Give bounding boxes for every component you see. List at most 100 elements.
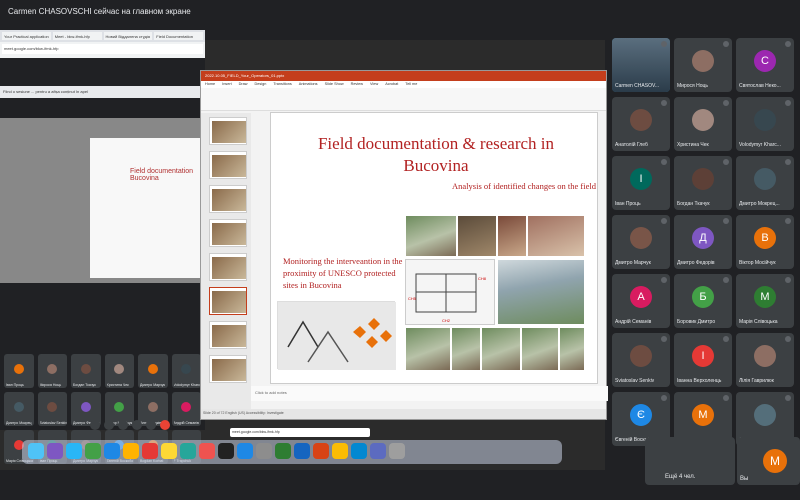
participant-tile[interactable]: Дмитро Марчук <box>612 215 670 269</box>
slide-thumbnail[interactable] <box>209 355 247 383</box>
more-options-icon[interactable] <box>146 420 156 430</box>
participant-tile[interactable]: І Іван Проць <box>612 156 670 210</box>
teams-icon[interactable] <box>370 443 386 459</box>
avatar: В <box>754 227 776 249</box>
finder-icon[interactable] <box>28 443 44 459</box>
calendar-icon[interactable] <box>142 443 158 459</box>
notes-icon[interactable] <box>161 443 177 459</box>
settings-icon[interactable] <box>256 443 272 459</box>
avatar: А <box>630 286 652 308</box>
participant-tile[interactable]: В Віктор Мосійчук <box>736 215 794 269</box>
slide-thumbnail[interactable] <box>209 151 247 179</box>
camera-icon[interactable] <box>104 420 114 430</box>
participant-tile[interactable]: С Святослав Неко... <box>736 38 794 92</box>
mini-participant-tile: Мирося Ноць <box>37 354 67 388</box>
ppt-menu-tab[interactable]: Home <box>205 82 215 87</box>
slide-title: Field documentation & research in Bucovi… <box>317 134 555 175</box>
slide-thumbnail[interactable] <box>209 219 247 247</box>
participant-tile[interactable]: Sviatoslav Senkiv <box>612 333 670 387</box>
launchpad-icon[interactable] <box>47 443 63 459</box>
muted-mic-icon <box>785 159 791 165</box>
current-slide[interactable]: Field documentation & research in Bucovi… <box>270 112 598 384</box>
ppt-menu-tab[interactable]: Tell me <box>405 82 417 87</box>
participant-name: Богдан Ткачук <box>73 383 96 387</box>
avatar: М <box>754 286 776 308</box>
ppt-menu-tab[interactable]: Transitions <box>273 82 291 87</box>
mini-participant-tile: Богдан Ткачук <box>71 354 101 388</box>
browser-tab[interactable]: Новий Віддалена студія <box>103 32 153 40</box>
ppt-menu-tab[interactable]: Animations <box>299 82 318 87</box>
slide-thumbnail[interactable] <box>209 185 247 213</box>
avatar: Д <box>692 227 714 249</box>
avatar <box>692 50 714 72</box>
participant-name: Sviatoslav Senkiv <box>615 378 655 384</box>
safari-icon[interactable] <box>66 443 82 459</box>
captions-icon[interactable] <box>118 420 128 430</box>
avatar <box>13 402 24 413</box>
ppt-menu-tab[interactable]: View <box>370 82 378 87</box>
participant-tile[interactable]: Д Дмитро Федорів <box>674 215 732 269</box>
browser-tab[interactable]: Field Documentation <box>154 32 203 40</box>
notes-pane[interactable]: Click to add notes <box>251 386 608 401</box>
mic-icon[interactable] <box>90 420 100 430</box>
present-icon[interactable] <box>132 420 142 430</box>
muted-mic-icon <box>785 336 791 342</box>
participant-tile[interactable]: Б Боровик Дмитро <box>674 274 732 328</box>
avatar: М <box>692 404 714 426</box>
participant-tile[interactable]: А Андрій Семанів <box>612 274 670 328</box>
participant-tile[interactable]: Volodymyr Kharc... <box>736 97 794 151</box>
ppt-menu-tab[interactable]: Review <box>351 82 363 87</box>
floor-plan: CH8 CH5 CH2 <box>405 259 495 325</box>
sharing-toast: meet.google.com/bkw-ifmk-hfp <box>230 428 370 437</box>
self-label: Вы <box>740 476 749 482</box>
hangup-icon[interactable] <box>160 420 170 430</box>
participant-name: Боровик Дмитро <box>677 319 716 325</box>
appletv-icon[interactable] <box>218 443 234 459</box>
participant-tile[interactable]: Богдан Ткачук <box>674 156 732 210</box>
toast-text: meet.google.com/bkw-ifmk-hfp <box>232 430 280 434</box>
messages-icon[interactable] <box>85 443 101 459</box>
muted-mic-icon <box>661 159 667 165</box>
ppt-menu-tab[interactable]: Slide Show <box>325 82 344 87</box>
excel-icon[interactable] <box>275 443 291 459</box>
muted-mic-icon <box>723 395 729 401</box>
participant-tile[interactable]: Дмитро Мокрец... <box>736 156 794 210</box>
ppt-ribbon-tabs: Home Insert Draw Design Transitions Animation… <box>201 81 606 88</box>
slide-thumbnail-selected[interactable] <box>209 287 247 315</box>
ppt-menu-tab[interactable]: Insert <box>222 82 232 87</box>
ppt-menu-tab[interactable]: Draw <box>239 82 248 87</box>
maps-icon[interactable] <box>180 443 196 459</box>
browser-tab[interactable]: Your Practical application <box>2 32 51 40</box>
slide-subtitle: Analysis of identified changes on the fi… <box>452 181 596 191</box>
participant-name: Мирося Ноць <box>677 83 708 89</box>
participant-name: Христина Чек <box>106 383 129 387</box>
slide-thumbnail[interactable] <box>209 321 247 349</box>
zoom-icon[interactable] <box>351 443 367 459</box>
slide-thumbnail[interactable] <box>209 253 247 281</box>
participant-tile[interactable]: Анатолій Глеб <box>612 97 670 151</box>
participant-tile[interactable]: М Марія Слівоцька <box>736 274 794 328</box>
participant-tile[interactable]: Христина Чек <box>674 97 732 151</box>
ppt-menu-tab[interactable]: Design <box>255 82 267 87</box>
trash-icon[interactable] <box>389 443 405 459</box>
participant-tile[interactable]: Мирося Ноць <box>674 38 732 92</box>
appstore-icon[interactable] <box>237 443 253 459</box>
participant-tile[interactable]: І Іванна Верхоленць <box>674 333 732 387</box>
ppt-menu-tab[interactable]: Acrobat <box>385 82 398 87</box>
photos-icon[interactable] <box>123 443 139 459</box>
music-icon[interactable] <box>199 443 215 459</box>
participant-tile[interactable]: Лілія Гаврилюк <box>736 333 794 387</box>
participant-tile[interactable]: Carmen CHASOV... <box>612 38 670 92</box>
word-icon[interactable] <box>294 443 310 459</box>
browser-tab[interactable]: Meet - bkw-ifmk-hfp <box>52 32 102 40</box>
avatar <box>692 168 714 190</box>
address-bar[interactable]: meet.google.com/bkw-ifmk-hfp <box>2 44 203 54</box>
chrome-icon[interactable] <box>332 443 348 459</box>
presentation-notice: Fiind o sesiune ... pentru a afișa conți… <box>0 86 205 98</box>
more-participants-tile[interactable]: Ещё 4 чел. <box>645 437 735 485</box>
mail-icon[interactable] <box>104 443 120 459</box>
slide-thumbnail[interactable] <box>209 117 247 145</box>
powerpoint-icon[interactable] <box>313 443 329 459</box>
avatar: Є <box>630 404 652 426</box>
avatar <box>47 364 58 375</box>
